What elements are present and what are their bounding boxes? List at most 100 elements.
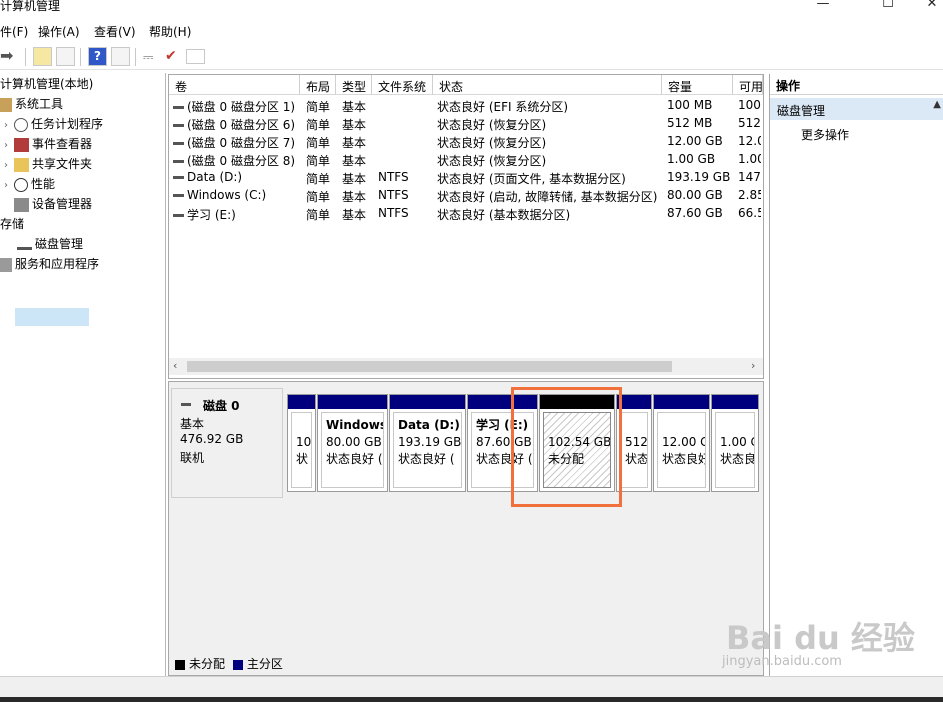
- partition-color-bar: [617, 395, 651, 409]
- volume-icon: [173, 160, 184, 163]
- column-header-layout[interactable]: 布局: [300, 75, 336, 95]
- table-cell: 193.19 GB: [667, 170, 731, 184]
- table-row[interactable]: Windows (C:) 简单 基本 NTFS 状态良好 (启动, 故障转储, 基本数据…: [169, 187, 763, 205]
- partition-body: 512 状态: [620, 412, 648, 488]
- scrollbar-thumb[interactable]: [187, 361, 672, 372]
- table-cell: [378, 152, 435, 170]
- tree-item-root[interactable]: 计算机管理(本地): [0, 75, 103, 95]
- table-cell: 状态良好 (EFI 系统分区): [437, 100, 569, 114]
- collapse-icon[interactable]: ▲: [933, 99, 941, 110]
- tree-item-performance[interactable]: › 性能: [0, 175, 103, 195]
- table-row[interactable]: (磁盘 0 磁盘分区 1) 简单 基本 状态良好 (EFI 系统分区) 100 MB 10…: [169, 97, 763, 115]
- column-header-status[interactable]: 状态: [433, 75, 662, 95]
- actions-section-disk-management[interactable]: 磁盘管理 ▲: [770, 98, 943, 120]
- partition-name: [662, 417, 701, 434]
- column-header-capacity[interactable]: 容量: [662, 75, 733, 95]
- column-header-filesystem[interactable]: 文件系统: [372, 75, 433, 95]
- table-cell: 状态良好 (基本数据分区): [437, 208, 571, 222]
- table-row[interactable]: (磁盘 0 磁盘分区 6) 简单 基本 状态良好 (恢复分区) 512 MB 512: [169, 115, 763, 133]
- forward-icon[interactable]: ➡: [0, 46, 13, 65]
- tree-item-system-tools[interactable]: 系统工具: [0, 95, 103, 115]
- column-header-free[interactable]: 可用: [733, 75, 763, 95]
- table-cell: NTFS: [378, 206, 409, 220]
- scroll-right-icon[interactable]: ›: [751, 359, 755, 372]
- partition-name: Data (D:): [398, 418, 460, 432]
- table-cell: (磁盘 0 磁盘分区 7): [173, 134, 304, 152]
- partition-block[interactable]: Data (D:) 193.19 GB 状态良好 (: [389, 394, 466, 492]
- chevron-right-icon[interactable]: ›: [4, 140, 14, 151]
- tree-item-storage[interactable]: 存储: [0, 215, 103, 235]
- volume-icon: [173, 124, 184, 127]
- partition-name: [296, 417, 307, 434]
- table-cell: 2.85: [738, 188, 761, 202]
- partition-block[interactable]: 12.00 G 状态良好: [653, 394, 710, 492]
- partition-color-bar: [318, 395, 387, 409]
- partition-size: 1.00 G: [720, 435, 754, 449]
- partition-body: 1.00 G 状态良: [715, 412, 755, 488]
- partition-block[interactable]: Windows 80.00 GB 状态良好 (: [317, 394, 388, 492]
- table-row[interactable]: (磁盘 0 磁盘分区 7) 简单 基本 状态良好 (恢复分区) 12.00 GB 12.0: [169, 133, 763, 151]
- properties-icon[interactable]: [111, 47, 130, 66]
- settings-icon[interactable]: [186, 49, 205, 64]
- menu-view[interactable]: 查看(V): [94, 23, 136, 40]
- volume-icon: [173, 106, 184, 109]
- checklist-icon[interactable]: ✔: [165, 48, 177, 64]
- highlight-box: [511, 387, 622, 507]
- chevron-right-icon[interactable]: ›: [4, 180, 14, 191]
- table-cell: 512 MB: [667, 116, 713, 130]
- volume-icon: [173, 214, 184, 217]
- partition-status: 状态良好 (: [398, 452, 455, 466]
- tree-item-services[interactable]: 服务和应用程序: [0, 255, 103, 275]
- help-icon[interactable]: ?: [88, 47, 107, 66]
- tree-item-event-viewer[interactable]: › 事件查看器: [0, 135, 103, 155]
- chevron-right-icon[interactable]: ›: [4, 120, 14, 131]
- table-cell: 基本: [342, 118, 367, 132]
- more-actions-link[interactable]: 更多操作: [801, 126, 849, 143]
- partition-block[interactable]: 10 状: [287, 394, 316, 492]
- partition-body: 10 状: [291, 412, 312, 488]
- tools-icon: [0, 97, 12, 112]
- toolbar-separator: [25, 48, 26, 66]
- partition-size: 512: [625, 435, 648, 449]
- close-button[interactable]: ✕: [912, 0, 943, 16]
- partition-block[interactable]: 1.00 G 状态良: [711, 394, 759, 492]
- tree-item-shared-folders[interactable]: › 共享文件夹: [0, 155, 103, 175]
- table-cell: 简单: [306, 136, 331, 150]
- table-cell: 12.00 GB: [667, 134, 723, 148]
- tree-item-task-scheduler[interactable]: › 任务计划程序: [0, 115, 103, 135]
- partition-status: 状态良: [720, 452, 755, 466]
- connect-icon[interactable]: ⎓: [143, 50, 153, 65]
- table-row[interactable]: 学习 (E:) 简单 基本 NTFS 状态良好 (基本数据分区) 87.60 GB 66.5: [169, 205, 763, 223]
- table-row[interactable]: Data (D:) 简单 基本 NTFS 状态良好 (页面文件, 基本数据分区) 193.…: [169, 169, 763, 187]
- table-cell: 简单: [306, 190, 331, 204]
- column-header-type[interactable]: 类型: [336, 75, 372, 95]
- chevron-right-icon[interactable]: ›: [4, 160, 14, 171]
- tree-item-disk-management[interactable]: 磁盘管理: [0, 235, 103, 255]
- table-row[interactable]: (磁盘 0 磁盘分区 8) 简单 基本 状态良好 (恢复分区) 1.00 GB 1.00: [169, 151, 763, 169]
- table-cell: 基本: [342, 190, 367, 204]
- scroll-left-icon[interactable]: ‹: [173, 359, 177, 372]
- horizontal-scrollbar[interactable]: ‹ ›: [169, 358, 763, 375]
- disk-label[interactable]: 磁盘 0 基本 476.92 GB 联机: [171, 388, 283, 498]
- up-folder-icon[interactable]: [33, 47, 52, 66]
- unallocated-swatch: [175, 659, 185, 670]
- table-cell: 状态良好 (启动, 故障转储, 基本数据分区): [437, 190, 658, 204]
- partition-size: 80.00 GB: [326, 435, 382, 449]
- column-header-volume[interactable]: 卷: [169, 75, 300, 95]
- actions-header: 操作: [770, 74, 943, 95]
- table-cell: 状态良好 (页面文件, 基本数据分区): [437, 172, 626, 186]
- show-hide-tree-icon[interactable]: [56, 47, 75, 66]
- table-cell: 12.0: [738, 134, 761, 148]
- menu-file[interactable]: 件(F): [0, 23, 28, 40]
- partition-name: [720, 417, 750, 434]
- title-bar: 计算机管理 — ☐ ✕: [0, 0, 943, 16]
- toolbar: ➡ ? ⎓ ✔: [0, 44, 943, 70]
- partition-status: 状: [296, 452, 309, 466]
- tree-item-device-manager[interactable]: 设备管理器: [0, 195, 103, 215]
- maximize-button[interactable]: ☐: [868, 0, 908, 16]
- menu-action[interactable]: 操作(A): [38, 23, 80, 40]
- menu-help[interactable]: 帮助(H): [149, 23, 191, 40]
- minimize-button[interactable]: —: [803, 0, 843, 16]
- partition-status: 状态: [625, 452, 648, 466]
- partition-color-bar: [654, 395, 709, 409]
